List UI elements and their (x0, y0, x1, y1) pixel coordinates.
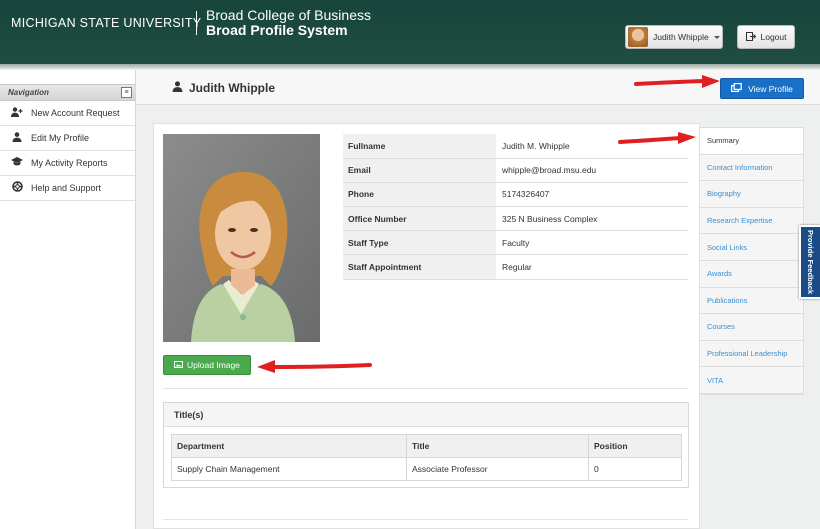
sidebar-item-edit-my-profile[interactable]: Edit My Profile (0, 126, 135, 151)
sidebar-toggle-icon[interactable]: ≡ (121, 87, 132, 98)
sidebar-item-new-account-request[interactable]: New Account Request (0, 101, 135, 126)
annotation-arrow-icon (618, 132, 696, 144)
field-value: 325 N Business Complex (496, 206, 688, 232)
life-ring-icon (9, 181, 25, 195)
sidebar-heading: Navigation ≡ (0, 84, 135, 101)
tab-contact-information[interactable]: Contact Information (700, 155, 803, 182)
user-icon (172, 81, 183, 95)
sidebar-item-label: Help and Support (31, 183, 102, 193)
page-title-text: Judith Whipple (189, 81, 275, 95)
sidebar-item-label: My Activity Reports (31, 158, 108, 168)
logout-label: Logout (760, 32, 787, 42)
external-window-icon (731, 83, 742, 94)
upload-image-button[interactable]: Upload Image (163, 355, 251, 375)
profile-summary-table: Fullname Judith M. Whipple Email whipple… (343, 134, 688, 280)
app-header: MICHIGAN STATE UNIVERSITY Broad College … (0, 0, 820, 69)
table-row: Phone 5174326407 (343, 182, 688, 208)
college-name-line1: Broad College of Business (206, 7, 371, 23)
annotation-arrow-icon (634, 75, 720, 88)
field-label: Email (343, 158, 496, 183)
cell-position: 0 (588, 457, 682, 481)
sidebar: Navigation ≡ New Account Request Edit My… (0, 70, 136, 529)
table-row: Office Number 325 N Business Complex (343, 206, 688, 232)
annotation-arrow-icon (257, 360, 372, 373)
field-label: Staff Type (343, 230, 496, 256)
header-divider (196, 11, 197, 35)
view-profile-label: View Profile (748, 83, 793, 94)
sidebar-item-label: Edit My Profile (31, 133, 90, 143)
field-value: Faculty (496, 230, 688, 256)
sidebar-item-label: New Account Request (31, 108, 120, 118)
table-row: Staff Appointment Regular (343, 254, 688, 280)
profile-photo (163, 134, 320, 342)
table-header-row: Department Title Position (171, 434, 682, 458)
tab-courses[interactable]: Courses (700, 314, 803, 341)
tab-biography[interactable]: Biography (700, 181, 803, 208)
image-icon (174, 360, 184, 370)
graduation-cap-icon (9, 157, 25, 169)
upload-image-label: Upload Image (187, 360, 240, 370)
field-value: 5174326407 (496, 182, 688, 208)
user-icon (9, 131, 25, 145)
user-plus-icon (9, 106, 25, 120)
cell-title: Associate Professor (406, 457, 589, 481)
tab-research-expertise[interactable]: Research Expertise (700, 208, 803, 235)
sidebar-item-my-activity-reports[interactable]: My Activity Reports (0, 151, 135, 176)
tab-awards[interactable]: Awards (700, 261, 803, 288)
logout-button[interactable]: Logout (737, 25, 795, 49)
tab-professional-leadership[interactable]: Professional Leadership (700, 341, 803, 368)
divider (163, 519, 688, 520)
profile-section-tabs: Summary Contact Information Biography Re… (700, 127, 804, 395)
system-name: Broad Profile System (206, 22, 348, 38)
field-label: Office Number (343, 206, 496, 232)
column-header-title: Title (406, 434, 589, 458)
field-label: Staff Appointment (343, 254, 496, 280)
divider (163, 388, 688, 389)
tab-summary[interactable]: Summary (700, 128, 803, 155)
caret-down-icon (713, 35, 720, 39)
titles-table: Department Title Position Supply Chain M… (171, 434, 682, 481)
tab-vita[interactable]: VITA (700, 367, 803, 394)
view-profile-button[interactable]: View Profile (720, 78, 804, 99)
user-menu-label: Judith Whipple (653, 32, 709, 42)
tab-publications[interactable]: Publications (700, 288, 803, 315)
page-title: Judith Whipple (172, 81, 275, 95)
titles-panel-heading: Title(s) (164, 403, 688, 427)
cell-department: Supply Chain Management (171, 457, 407, 481)
field-value: whipple@broad.msu.edu (496, 158, 688, 183)
logout-icon (745, 31, 756, 43)
titles-panel: Title(s) Department Title Position Suppl… (163, 402, 689, 488)
field-value: Regular (496, 254, 688, 280)
table-row: Supply Chain Management Associate Profes… (171, 457, 682, 481)
avatar (628, 27, 648, 47)
sidebar-item-help-and-support[interactable]: Help and Support (0, 176, 135, 201)
column-header-department: Department (171, 434, 407, 458)
college-name: Broad College of Business Broad Profile … (206, 8, 371, 38)
field-label: Phone (343, 182, 496, 208)
university-logo: MICHIGAN STATE UNIVERSITY (11, 16, 202, 30)
sidebar-heading-label: Navigation (8, 88, 49, 97)
user-menu-button[interactable]: Judith Whipple (625, 25, 723, 49)
table-row: Staff Type Faculty (343, 230, 688, 256)
tab-social-links[interactable]: Social Links (700, 234, 803, 261)
field-label: Fullname (343, 134, 496, 159)
table-row: Email whipple@broad.msu.edu (343, 158, 688, 183)
column-header-position: Position (588, 434, 682, 458)
provide-feedback-button[interactable]: Provide Feedback (799, 225, 820, 299)
